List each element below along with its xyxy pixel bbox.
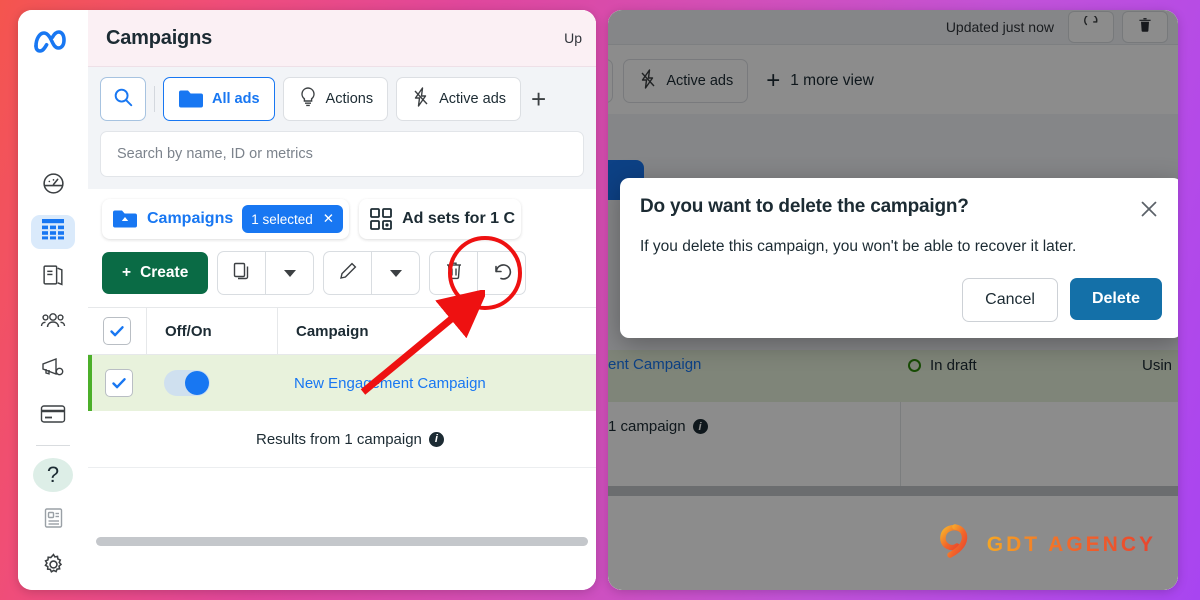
table-row[interactable]: New Engagement Campaign: [88, 355, 596, 411]
gear-icon: [41, 552, 66, 582]
search-icon: [112, 86, 134, 113]
table-grid-icon: [41, 218, 65, 245]
edit-dropdown-button[interactable]: [372, 251, 421, 295]
duplicate-button-group: [217, 251, 315, 295]
row-toggle-cell[interactable]: [146, 355, 276, 411]
plus-icon: +: [122, 264, 132, 281]
search-button[interactable]: [100, 77, 146, 121]
create-button[interactable]: + Create: [102, 252, 209, 294]
duplicate-dropdown-button[interactable]: [266, 251, 315, 295]
folder-icon: [178, 88, 204, 110]
search-input[interactable]: Search by name, ID or metrics: [100, 131, 584, 177]
sidebar-item-help[interactable]: ?: [33, 457, 73, 492]
filter-chip-active-ads[interactable]: Active ads: [396, 77, 522, 121]
close-icon[interactable]: [1136, 196, 1162, 222]
toolbar-divider: [154, 86, 155, 112]
pointer-arrow-icon: [360, 290, 485, 395]
lightbulb-icon: [298, 86, 318, 112]
filter-chip-actions[interactable]: Actions: [282, 77, 389, 121]
filter-chip-row: All ads Actions Active ads +: [100, 77, 584, 121]
pencil-icon: [338, 261, 358, 286]
tab-campaigns[interactable]: Campaigns 1 selected ✕: [102, 199, 350, 239]
delete-button[interactable]: Delete: [1069, 278, 1162, 320]
offon-toggle[interactable]: [164, 370, 210, 396]
tab-adsets-label: Ad sets for 1 C: [402, 210, 516, 227]
watermark-text: GDT AGENCY: [986, 532, 1156, 556]
info-icon[interactable]: i: [428, 431, 444, 447]
table-footer-row: Results from 1 campaign i: [88, 411, 596, 468]
sidebar-item-audiences[interactable]: [31, 307, 75, 341]
table-blank-area: [88, 468, 596, 528]
megaphone-gear-icon: [40, 355, 66, 384]
sidebar-item-creative[interactable]: [31, 261, 75, 295]
edit-button-group: [323, 251, 421, 295]
chevron-down-icon: [389, 269, 402, 277]
sidebar-item-settings[interactable]: [31, 550, 75, 584]
column-header-offon[interactable]: Off/On: [147, 308, 278, 354]
pages-icon: [41, 263, 66, 293]
page-header: Campaigns Up: [88, 10, 596, 67]
sidebar-divider: [36, 445, 70, 446]
news-article-icon: [41, 506, 66, 535]
people-icon: [40, 309, 66, 338]
left-panel-content: Campaigns Up All ads Actions Active ads …: [88, 10, 596, 590]
tab-adsets[interactable]: Ad sets for 1 C: [359, 199, 522, 239]
meta-sidebar-rail: ?: [18, 10, 89, 590]
filter-bar: All ads Actions Active ads + Search by n…: [88, 67, 596, 189]
page-title: Campaigns: [106, 26, 213, 49]
meta-logo[interactable]: [30, 22, 76, 58]
filter-chip-label: Actions: [325, 91, 374, 107]
lightning-icon: [411, 86, 431, 112]
gdt-logo-icon: [935, 521, 977, 568]
right-screenshot-panel: Updated just now ns: [608, 10, 1178, 590]
dialog-header: Do you want to delete the campaign?: [640, 196, 1162, 222]
duplicate-button[interactable]: [217, 251, 267, 295]
row-checkbox[interactable]: [105, 369, 133, 397]
filter-chip-label: All ads: [212, 91, 260, 107]
updated-label: Up: [564, 30, 582, 46]
credit-card-icon: [40, 404, 66, 429]
adsets-grid-icon: [369, 207, 393, 231]
duplicate-icon: [232, 261, 252, 286]
dialog-title: Do you want to delete the campaign?: [640, 196, 969, 217]
cancel-button[interactable]: Cancel: [962, 278, 1058, 322]
table-footer-label: Results from 1 campaign: [256, 430, 422, 448]
create-button-label: Create: [140, 264, 189, 281]
select-all-checkbox[interactable]: [103, 317, 131, 345]
selection-badge-label: 1 selected: [251, 211, 313, 227]
entity-tab-row: Campaigns 1 selected ✕ Ad sets for 1 C: [88, 189, 596, 239]
select-all-cell[interactable]: [88, 308, 147, 354]
scrollbar-thumb[interactable]: [96, 536, 588, 546]
question-mark-icon: ?: [46, 461, 60, 487]
sidebar-item-ads-manager[interactable]: [31, 353, 75, 387]
filter-chip-all-ads[interactable]: All ads: [163, 77, 275, 121]
sidebar-item-billing[interactable]: [31, 399, 75, 433]
campaign-folder-icon: [112, 208, 138, 230]
sidebar-item-campaigns[interactable]: [31, 214, 75, 249]
dialog-body-text: If you delete this campaign, you won't b…: [640, 238, 1077, 255]
speedometer-icon: [41, 171, 66, 201]
delete-confirm-dialog: Do you want to delete the campaign? If y…: [620, 178, 1178, 338]
horizontal-scrollbar[interactable]: [88, 528, 596, 554]
row-select-cell[interactable]: [92, 355, 146, 411]
close-icon[interactable]: ✕: [323, 211, 334, 227]
dialog-actions: Cancel Delete: [640, 278, 1162, 322]
below-table-area: [88, 554, 596, 590]
add-filter-button[interactable]: +: [529, 86, 548, 112]
watermark: GDT AGENCY: [935, 521, 1156, 568]
tab-campaigns-label: Campaigns: [147, 210, 234, 227]
edit-button[interactable]: [323, 251, 373, 295]
filter-chip-label: Active ads: [439, 91, 507, 107]
sidebar-item-overview[interactable]: [31, 169, 75, 203]
selection-badge[interactable]: 1 selected ✕: [242, 205, 344, 233]
chevron-down-icon: [283, 269, 296, 277]
table-header-row: Off/On Campaign: [88, 307, 596, 355]
sidebar-item-news[interactable]: [31, 504, 75, 538]
